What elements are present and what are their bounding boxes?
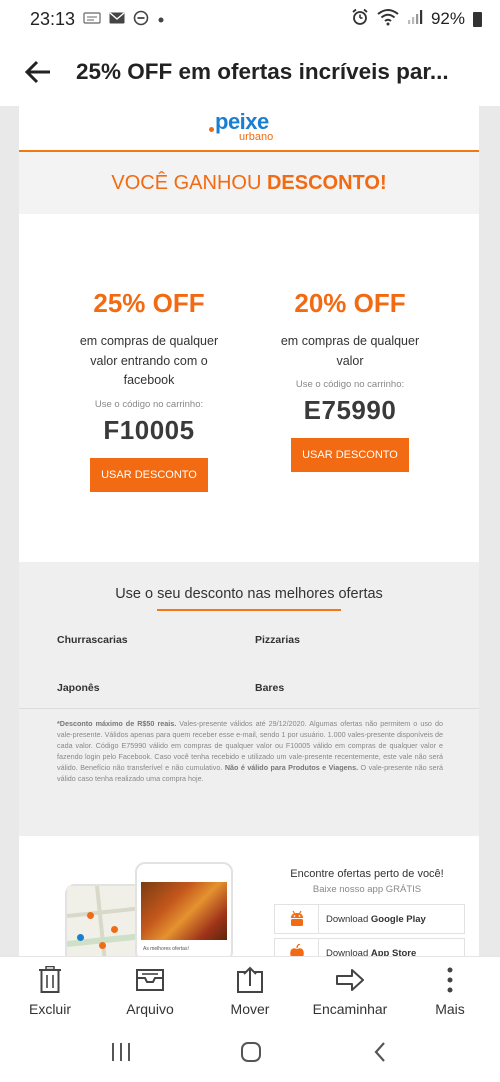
- peixe-urbano-logo[interactable]: peixe urbano: [19, 106, 479, 152]
- offer-code: E75990: [303, 395, 397, 425]
- battery-icon: [473, 11, 482, 27]
- store-prefix: Download: [326, 947, 371, 957]
- forward-button[interactable]: Encaminhar: [307, 957, 393, 1023]
- pizza-image: [141, 882, 227, 940]
- status-bar: 23:13 92%: [0, 0, 500, 38]
- win-banner-bold: DESCONTO!: [266, 171, 387, 194]
- system-nav-bar: [0, 1022, 500, 1082]
- disclaimer-text: *Desconto máximo de R$50 reais. Vales-pr…: [57, 718, 443, 784]
- dnd-icon: [133, 10, 149, 29]
- move-icon: [235, 965, 265, 995]
- category-link-japones[interactable]: Japonês: [57, 682, 100, 694]
- logo-sub-text: urbano: [239, 131, 274, 143]
- offer-card: 25% OFF em compras de qualquer valor ent…: [79, 286, 219, 492]
- offer-description: em compras de qualquer valor: [280, 334, 420, 368]
- best-offers-section: Use o seu desconto nas melhores ofertas …: [19, 562, 479, 836]
- map-pin-icon: [77, 934, 84, 941]
- alarm-icon: [351, 8, 369, 31]
- store-name: Google Play: [370, 913, 426, 925]
- recent-apps-icon: [112, 1043, 130, 1061]
- logo-dot: [209, 127, 214, 132]
- use-discount-button[interactable]: USAR DESCONTO: [291, 438, 409, 472]
- store-label: Download App Store: [319, 948, 416, 957]
- action-label: Excluir: [28, 1001, 71, 1017]
- forward-icon: [335, 965, 365, 995]
- apple-icon: [275, 938, 319, 956]
- home-icon: [241, 1042, 261, 1062]
- google-play-button[interactable]: Download Google Play: [274, 904, 465, 934]
- win-banner-text: VOCÊ GANHOU: [111, 171, 262, 194]
- offer-hint: Use o código no carrinho:: [94, 398, 204, 410]
- more-vertical-icon: [435, 965, 465, 995]
- store-label: Download Google Play: [319, 914, 426, 925]
- category-link-churrascarias[interactable]: Churrascarias: [57, 634, 128, 646]
- phone-caption: As melhores ofertas!: [143, 946, 189, 952]
- status-time: 23:13: [30, 8, 76, 29]
- disclaimer-bold: *Desconto máximo de R$50 reais.: [57, 719, 177, 728]
- use-discount-button[interactable]: USAR DESCONTO: [90, 457, 208, 492]
- email-content: peixe urbano VOCÊ GANHOU DESCONTO! 25% O…: [19, 106, 479, 956]
- store-name: App Store: [370, 947, 417, 957]
- action-label: Arquivo: [126, 1001, 174, 1017]
- app-bar: 25% OFF em ofertas incríveis par...: [0, 38, 500, 106]
- app-promo: As melhores ofertas! Encontre ofertas pe…: [19, 850, 479, 956]
- trash-icon: [35, 965, 65, 995]
- map-pin-icon: [111, 926, 118, 933]
- email-subject: 25% OFF em ofertas incríveis par...: [76, 59, 449, 84]
- notification-icon: [83, 11, 101, 28]
- more-button[interactable]: Mais: [422, 957, 478, 1023]
- win-banner: VOCÊ GANHOU DESCONTO!: [19, 152, 479, 214]
- app-store-button[interactable]: Download App Store: [274, 938, 465, 956]
- action-label: Mover: [230, 1001, 270, 1017]
- archive-icon: [135, 965, 165, 995]
- wifi-icon: [377, 8, 399, 31]
- best-offers-title: Use o seu desconto nas melhores ofertas: [115, 586, 383, 602]
- android-icon: [275, 904, 319, 934]
- archive-button[interactable]: Arquivo: [117, 957, 183, 1023]
- phone-map-image: [65, 884, 145, 956]
- map-pin-icon: [87, 912, 94, 919]
- dot-icon: [157, 12, 165, 27]
- section-divider: [19, 708, 479, 709]
- back-nav-icon: [374, 1042, 385, 1062]
- back-button[interactable]: [0, 38, 76, 106]
- disclaimer-bold: Não é válido para Produtos e Viagens.: [224, 763, 359, 772]
- offer-hint: Use o código no carrinho:: [295, 379, 405, 390]
- phone-app-image: As melhores ofertas!: [135, 862, 233, 956]
- store-prefix: Download: [326, 913, 371, 925]
- best-offers-underline: [157, 609, 341, 611]
- back-nav-button[interactable]: [350, 1022, 410, 1082]
- arrow-back-icon: [24, 60, 50, 84]
- home-button[interactable]: [221, 1022, 281, 1082]
- email-action-bar: Excluir Arquivo Mover Encaminhar Mais: [0, 956, 500, 1022]
- category-link-bares[interactable]: Bares: [255, 682, 284, 694]
- action-label: Mais: [435, 1001, 465, 1017]
- app-promo-title: Encontre ofertas perto de você!: [290, 868, 444, 880]
- offer-title: 25% OFF: [93, 288, 205, 318]
- app-promo-subtitle: Baixe nosso app GRÁTIS: [312, 884, 422, 895]
- mail-icon: [109, 11, 125, 27]
- offer-code: F10005: [103, 414, 195, 445]
- offer-title: 20% OFF: [294, 288, 406, 318]
- offer-description: em compras de qualquer valor entrando co…: [79, 334, 219, 387]
- move-button[interactable]: Mover: [217, 957, 283, 1023]
- battery-percent: 92%: [430, 9, 465, 28]
- category-link-pizzarias[interactable]: Pizzarias: [255, 634, 300, 646]
- offer-card: 20% OFF em compras de qualquer valor Use…: [280, 286, 420, 472]
- delete-button[interactable]: Excluir: [17, 957, 83, 1023]
- signal-icon: [407, 9, 423, 30]
- action-label: Encaminhar: [312, 1001, 388, 1017]
- recent-apps-button[interactable]: [91, 1022, 151, 1082]
- email-body[interactable]: peixe urbano VOCÊ GANHOU DESCONTO! 25% O…: [0, 106, 500, 956]
- map-pin-icon: [99, 942, 106, 949]
